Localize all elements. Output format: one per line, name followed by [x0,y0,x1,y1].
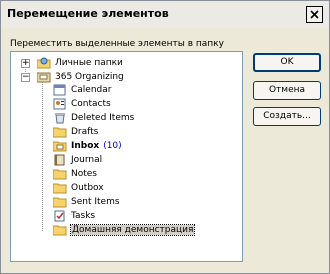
folder-icon [53,183,67,194]
unread-count: (10) [103,141,122,151]
inbox-icon [53,141,67,152]
tree-item-label: Личные папки [55,58,123,68]
move-items-dialog: Перемещение элементов Переместить выделе… [0,0,330,274]
tree-root-mailbox[interactable]: − 365 Organizing [21,70,124,84]
tree-item-notes[interactable]: Notes [53,167,97,181]
tree-item-label: Inbox [71,141,100,151]
close-icon [310,10,319,19]
tree-item-label: Notes [71,169,97,179]
tree-item-label: Calendar [71,85,112,95]
tree-item-outbox[interactable]: Outbox [53,181,104,195]
tree-item-home-demo[interactable]: Домашняя демонстрация [53,223,196,237]
calendar-icon [53,84,66,96]
create-folder-button[interactable]: Создать... [253,107,321,126]
folder-icon [53,169,67,180]
cancel-button[interactable]: Отмена [253,81,321,100]
tasks-icon [54,210,65,222]
folder-icon [53,127,67,138]
tree-item-sent-items[interactable]: Sent Items [53,195,120,209]
tree-item-journal[interactable]: Journal [53,153,102,167]
tree-item-label: Journal [71,155,103,165]
tree-item-label: 365 Organizing [55,72,124,82]
tree-item-label: Outbox [71,183,104,193]
folder-tree[interactable]: + Личные папки − 365 Organizing Calendar… [10,51,243,262]
title-bar[interactable]: Перемещение элементов [1,1,329,28]
journal-icon [54,154,65,166]
folder-globe-icon [37,57,51,69]
tree-item-calendar[interactable]: Calendar [53,83,111,97]
close-button[interactable] [306,6,323,23]
folder-prompt-label: Переместить выделенные элементы в папку [10,39,224,49]
expand-toggle[interactable]: + [21,58,30,68]
tree-item-tasks[interactable]: Tasks [53,209,95,223]
tree-item-drafts[interactable]: Drafts [53,125,98,139]
tree-item-label: Tasks [71,211,96,221]
tree-line [42,81,43,231]
tree-item-label: Deleted Items [71,113,135,123]
tree-item-deleted-items[interactable]: Deleted Items [53,111,134,125]
tree-item-inbox[interactable]: Inbox (10) [53,139,122,153]
tree-item-contacts[interactable]: Contacts [53,97,111,111]
ok-button[interactable]: OK [253,53,321,72]
tree-root-personal-folders[interactable]: + Личные папки [21,56,123,70]
tree-item-label: Sent Items [71,197,120,207]
tree-item-label: Drafts [71,127,99,137]
deleted-items-icon [55,113,65,124]
contacts-icon [53,98,66,110]
dialog-title: Перемещение элементов [7,7,169,20]
collapse-toggle[interactable]: − [21,72,30,82]
mailbox-icon [37,72,51,83]
folder-icon [53,225,67,236]
tree-item-label: Contacts [71,99,111,109]
tree-item-label: Домашняя демонстрация [69,224,196,236]
folder-icon [53,197,67,208]
